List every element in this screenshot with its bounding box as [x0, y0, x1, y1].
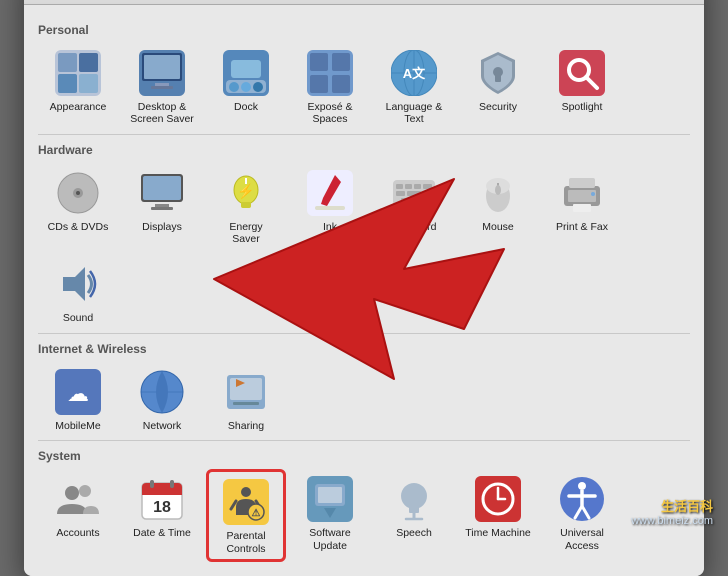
- pref-time-machine[interactable]: Time Machine: [458, 469, 538, 562]
- section-personal-label: Personal: [38, 23, 690, 37]
- universal-access-label: UniversalAccess: [560, 527, 604, 552]
- keyboard-icon: [388, 167, 440, 219]
- pref-ink[interactable]: Ink: [290, 163, 370, 250]
- network-label: Network: [143, 420, 182, 433]
- pref-universal-access[interactable]: UniversalAccess: [542, 469, 622, 562]
- cds-dvds-label: CDs & DVDs: [48, 221, 109, 234]
- speech-label: Speech: [396, 527, 432, 540]
- pref-mobileme[interactable]: ☁ MobileMe: [38, 362, 118, 437]
- spotlight-icon: [556, 47, 608, 99]
- system-preferences-window: ◀ ▶ Show All System Preferences 🔍 Person…: [24, 0, 704, 576]
- security-label: Security: [479, 101, 517, 114]
- svg-text:⚠: ⚠: [252, 508, 261, 519]
- pref-appearance[interactable]: Appearance: [38, 43, 118, 130]
- svg-text:⚡: ⚡: [237, 183, 254, 200]
- pref-security[interactable]: Security: [458, 43, 538, 130]
- sound-icon: [52, 258, 104, 310]
- date-time-label: Date & Time: [133, 527, 191, 540]
- language-text-label: Language &Text: [386, 101, 443, 126]
- pref-mouse[interactable]: Mouse: [458, 163, 538, 250]
- desktop-screensaver-label: Desktop &Screen Saver: [130, 101, 194, 126]
- date-time-icon: 18: [136, 473, 188, 525]
- security-icon: [472, 47, 524, 99]
- personal-section: Appearance Desktop &Screen Saver Dock: [38, 43, 690, 130]
- pref-expose-spaces[interactable]: Exposé &Spaces: [290, 43, 370, 130]
- appearance-icon: [52, 47, 104, 99]
- pref-language-text[interactable]: A文 Language &Text: [374, 43, 454, 130]
- software-update-label: SoftwareUpdate: [309, 527, 350, 552]
- accounts-icon: [52, 473, 104, 525]
- displays-icon: [136, 167, 188, 219]
- divider-internet-system: [38, 440, 690, 441]
- pref-accounts[interactable]: Accounts: [38, 469, 118, 562]
- divider-hardware-internet: [38, 333, 690, 334]
- software-update-icon: [304, 473, 356, 525]
- svg-text:18: 18: [153, 499, 171, 516]
- spotlight-label: Spotlight: [562, 101, 603, 114]
- mouse-icon: [472, 167, 524, 219]
- pref-print-fax[interactable]: Print & Fax: [542, 163, 622, 250]
- system-section: Accounts 18 Date & Time ⚠ ParentalContro…: [38, 469, 690, 562]
- pref-network[interactable]: Network: [122, 362, 202, 437]
- speech-icon: [388, 473, 440, 525]
- pref-speech[interactable]: Speech: [374, 469, 454, 562]
- pref-keyboard[interactable]: Keyboard: [374, 163, 454, 250]
- parental-controls-label: ParentalControls: [226, 530, 265, 555]
- section-internet-label: Internet & Wireless: [38, 342, 690, 356]
- language-text-icon: A文: [388, 47, 440, 99]
- section-system-label: System: [38, 449, 690, 463]
- mobileme-label: MobileMe: [55, 420, 101, 433]
- svg-text:☁: ☁: [67, 381, 89, 406]
- desktop-screensaver-icon: [136, 47, 188, 99]
- pref-software-update[interactable]: SoftwareUpdate: [290, 469, 370, 562]
- cds-dvds-icon: [52, 167, 104, 219]
- sound-label: Sound: [63, 312, 93, 325]
- energy-saver-label: EnergySaver: [229, 221, 262, 246]
- pref-dock[interactable]: Dock: [206, 43, 286, 130]
- mobileme-icon: ☁: [52, 366, 104, 418]
- pref-spotlight[interactable]: Spotlight: [542, 43, 622, 130]
- time-machine-icon: [472, 473, 524, 525]
- expose-spaces-label: Exposé &Spaces: [308, 101, 353, 126]
- print-fax-icon: [556, 167, 608, 219]
- expose-spaces-icon: [304, 47, 356, 99]
- dock-icon: [220, 47, 272, 99]
- preferences-content: Personal Appearance Desktop &Screen Save…: [24, 5, 704, 576]
- accounts-label: Accounts: [56, 527, 99, 540]
- network-icon: [136, 366, 188, 418]
- sharing-icon: [220, 366, 272, 418]
- pref-energy-saver[interactable]: ⚡ EnergySaver: [206, 163, 286, 250]
- pref-sound[interactable]: Sound: [38, 254, 118, 329]
- appearance-label: Appearance: [50, 101, 107, 114]
- print-fax-label: Print & Fax: [556, 221, 608, 234]
- displays-label: Displays: [142, 221, 182, 234]
- universal-access-icon: [556, 473, 608, 525]
- pref-date-time[interactable]: 18 Date & Time: [122, 469, 202, 562]
- dock-label: Dock: [234, 101, 258, 114]
- pref-desktop-screensaver[interactable]: Desktop &Screen Saver: [122, 43, 202, 130]
- svg-text:A文: A文: [403, 66, 426, 81]
- energy-saver-icon: ⚡: [220, 167, 272, 219]
- pref-cds-dvds[interactable]: CDs & DVDs: [38, 163, 118, 250]
- sharing-label: Sharing: [228, 420, 264, 433]
- divider-personal-hardware: [38, 134, 690, 135]
- section-hardware-label: Hardware: [38, 143, 690, 157]
- parental-controls-icon: ⚠: [220, 476, 272, 528]
- pref-sharing[interactable]: Sharing: [206, 362, 286, 437]
- ink-icon: [304, 167, 356, 219]
- ink-label: Ink: [323, 221, 337, 234]
- keyboard-label: Keyboard: [392, 221, 437, 234]
- pref-displays[interactable]: Displays: [122, 163, 202, 250]
- time-machine-label: Time Machine: [465, 527, 531, 540]
- hardware-section: CDs & DVDs Displays ⚡ EnergySaver: [38, 163, 690, 329]
- mouse-label: Mouse: [482, 221, 514, 234]
- pref-parental-controls[interactable]: ⚠ ParentalControls: [206, 469, 286, 562]
- internet-section: ☁ MobileMe Network Sharin: [38, 362, 690, 437]
